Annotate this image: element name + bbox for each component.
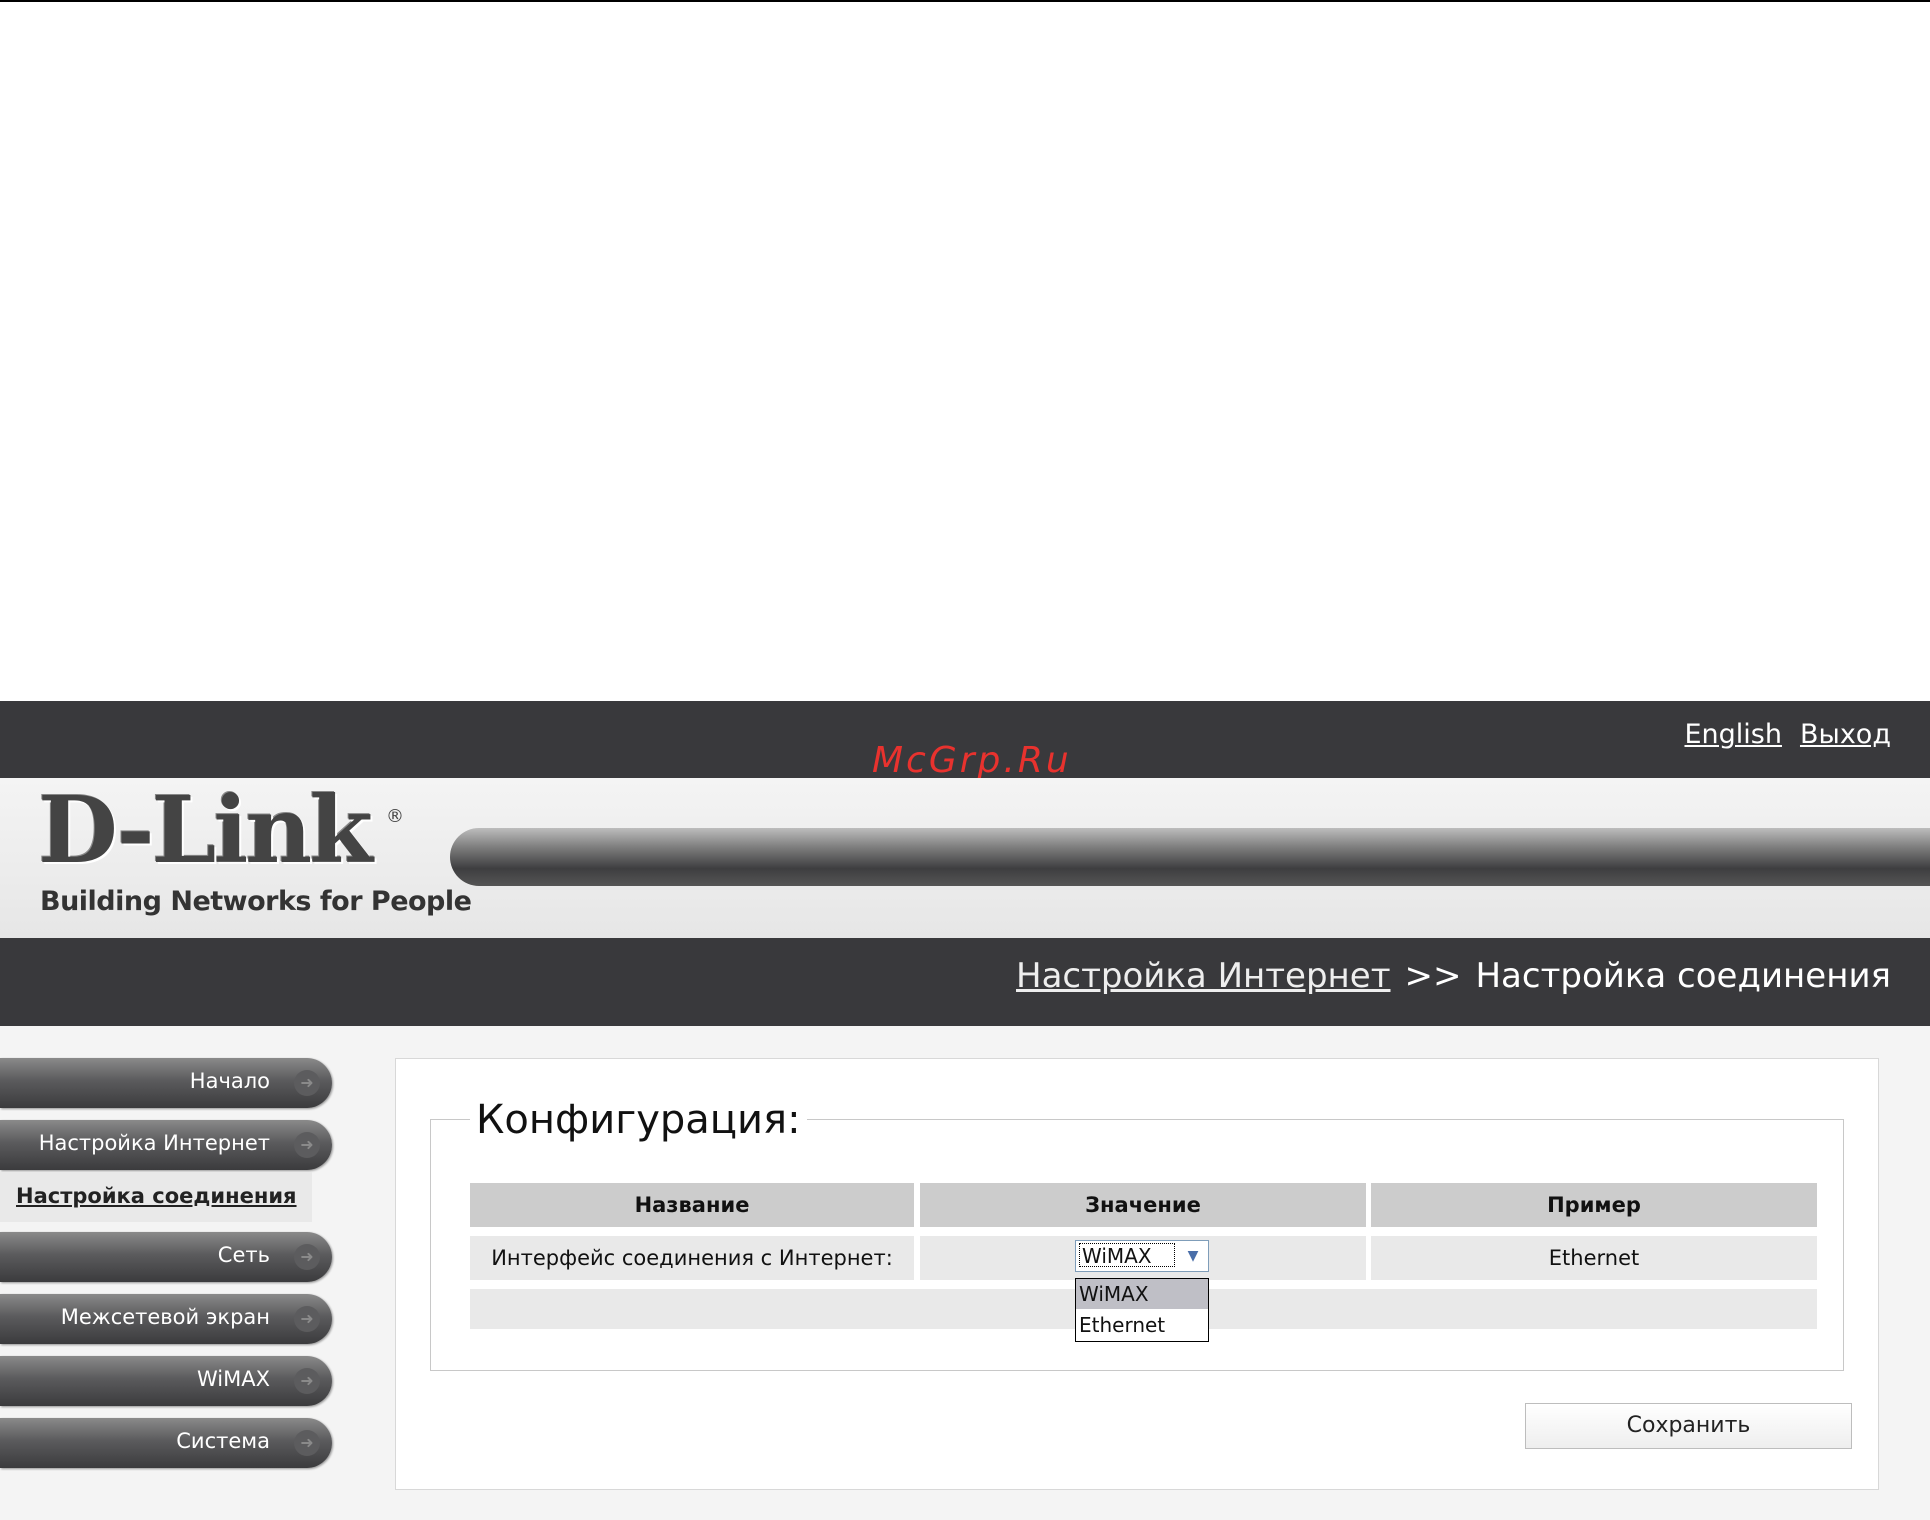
interface-select[interactable]: WiMAX ▼ bbox=[1075, 1240, 1209, 1272]
watermark: McGrp.Ru bbox=[872, 740, 1072, 781]
brand-band: D-Link ® Building Networks for People bbox=[0, 778, 1930, 938]
brand-decor-bar bbox=[450, 828, 1930, 886]
row-name-cell: Интерфейс соединения с Интернет: bbox=[470, 1236, 914, 1280]
logo-tagline: Building Networks for People bbox=[40, 886, 472, 917]
dlink-logo: D-Link bbox=[38, 776, 373, 884]
arrow-right-icon: ➜ bbox=[294, 1368, 320, 1394]
breadcrumb-separator: >> bbox=[1404, 956, 1462, 996]
interface-select-value: WiMAX bbox=[1079, 1243, 1175, 1268]
interface-dropdown: WiMAX Ethernet bbox=[1075, 1278, 1209, 1342]
arrow-right-icon: ➜ bbox=[294, 1430, 320, 1456]
sidebar-item-system[interactable]: Система ➜ bbox=[0, 1418, 332, 1468]
sidebar-item-network[interactable]: Сеть ➜ bbox=[0, 1232, 332, 1282]
sidebar-item-firewall[interactable]: Межсетевой экран ➜ bbox=[0, 1294, 332, 1344]
save-button[interactable]: Сохранить bbox=[1525, 1403, 1852, 1449]
row-example-cell: Ethernet bbox=[1371, 1236, 1817, 1280]
sidebar-item-label: Начало bbox=[189, 1069, 270, 1093]
dropdown-option-wimax[interactable]: WiMAX bbox=[1076, 1279, 1208, 1309]
dropdown-option-ethernet[interactable]: Ethernet bbox=[1076, 1310, 1208, 1340]
arrow-right-icon: ➜ bbox=[294, 1132, 320, 1158]
registered-mark: ® bbox=[386, 806, 404, 827]
english-link[interactable]: English bbox=[1684, 719, 1782, 750]
sidebar-item-internet-setup[interactable]: Настройка Интернет ➜ bbox=[0, 1120, 332, 1170]
breadcrumb-bar: Настройка Интернет >> Настройка соединен… bbox=[0, 938, 1930, 1026]
logout-link[interactable]: Выход bbox=[1800, 719, 1891, 750]
arrow-right-icon: ➜ bbox=[294, 1070, 320, 1096]
breadcrumb: Настройка Интернет >> Настройка соединен… bbox=[1016, 956, 1891, 996]
column-header-name: Название bbox=[470, 1183, 914, 1227]
sidebar-item-connection-setup[interactable]: Настройка соединения bbox=[0, 1172, 312, 1222]
config-title: Конфигурация: bbox=[470, 1097, 807, 1143]
top-links: English Выход bbox=[1684, 719, 1891, 750]
column-header-example: Пример bbox=[1371, 1183, 1817, 1227]
sidebar-item-label: Сеть bbox=[217, 1243, 270, 1267]
chevron-down-icon[interactable]: ▼ bbox=[1180, 1243, 1206, 1269]
sidebar-item-wimax[interactable]: WiMAX ➜ bbox=[0, 1356, 332, 1406]
breadcrumb-current: Настройка соединения bbox=[1475, 956, 1891, 996]
sidebar-item-label: Система bbox=[176, 1429, 270, 1453]
sidebar-item-label: Настройка Интернет bbox=[38, 1131, 270, 1155]
sidebar-item-home[interactable]: Начало ➜ bbox=[0, 1058, 332, 1108]
arrow-right-icon: ➜ bbox=[294, 1244, 320, 1270]
breadcrumb-parent-link[interactable]: Настройка Интернет bbox=[1016, 956, 1390, 996]
sidebar-item-label: Настройка соединения bbox=[16, 1184, 297, 1208]
arrow-right-icon: ➜ bbox=[294, 1306, 320, 1332]
sidebar-item-label: Межсетевой экран bbox=[60, 1305, 270, 1329]
top-rule bbox=[0, 0, 1930, 2]
column-header-value: Значение bbox=[920, 1183, 1366, 1227]
sidebar-item-label: WiMAX bbox=[196, 1367, 270, 1391]
